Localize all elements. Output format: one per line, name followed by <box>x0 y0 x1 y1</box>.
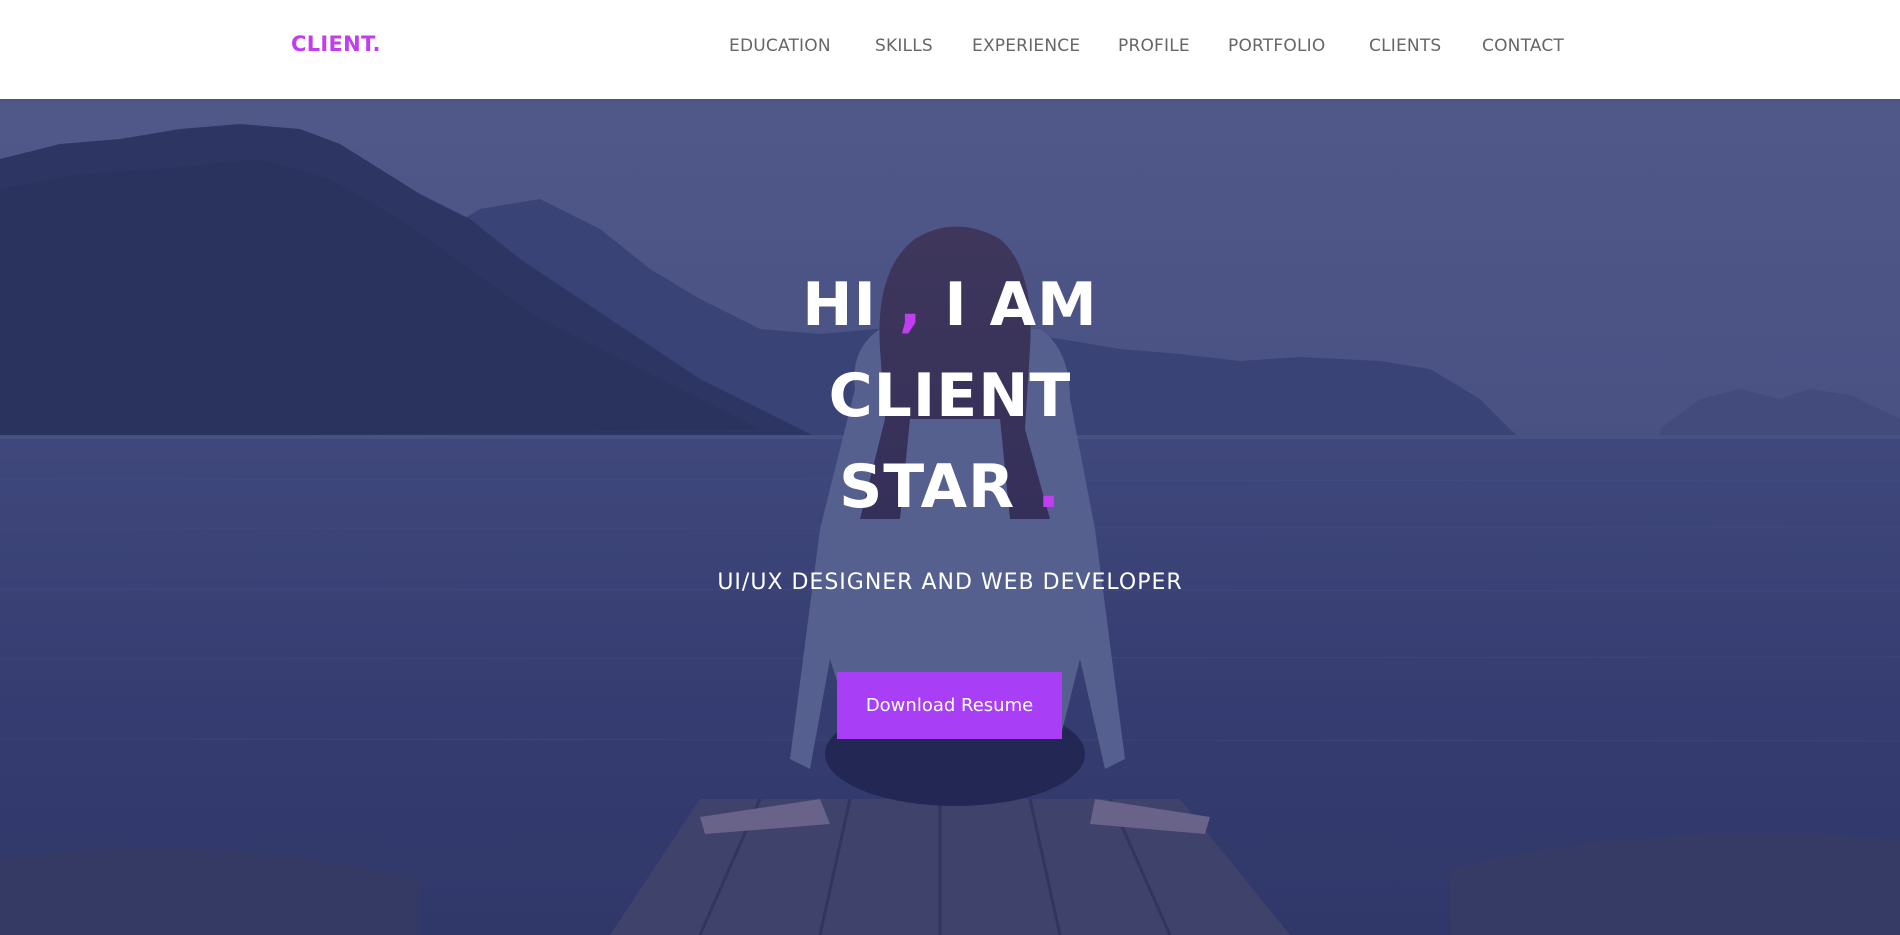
hero-title-dot: . <box>1037 452 1061 522</box>
hero-subtitle: UI/UX DESIGNER AND WEB DEVELOPER <box>717 570 1183 595</box>
hero-title-star: STAR <box>839 452 1038 522</box>
hero-section: HI , I AM CLIENT STAR . UI/UX DESIGNER A… <box>0 99 1900 935</box>
hero-title-comma: , <box>898 270 923 340</box>
nav-link-portfolio[interactable]: PORTFOLIO <box>1228 36 1325 56</box>
hero-title-greeting: HI <box>802 270 899 340</box>
download-resume-button[interactable]: Download Resume <box>837 672 1062 739</box>
nav-link-skills[interactable]: SKILLS <box>875 36 933 56</box>
hero-content: HI , I AM CLIENT STAR . UI/UX DESIGNER A… <box>0 99 1900 935</box>
hero-title-i-am: I AM <box>922 270 1098 340</box>
nav-link-contact[interactable]: CONTACT <box>1482 36 1564 56</box>
nav-link-education[interactable]: EDUCATION <box>729 36 831 56</box>
site-logo[interactable]: CLIENT. <box>291 32 381 56</box>
hero-title-line-2: CLIENT <box>828 361 1072 431</box>
nav-link-profile[interactable]: PROFILE <box>1118 36 1190 56</box>
nav-link-clients[interactable]: CLIENTS <box>1369 36 1441 56</box>
hero-title-line-3: STAR . <box>0 457 1900 517</box>
nav-link-experience[interactable]: EXPERIENCE <box>972 36 1080 56</box>
site-header: CLIENT. EDUCATION SKILLS EXPERIENCE PROF… <box>0 0 1900 99</box>
hero-title-line-1: HI , I AM <box>0 275 1900 335</box>
